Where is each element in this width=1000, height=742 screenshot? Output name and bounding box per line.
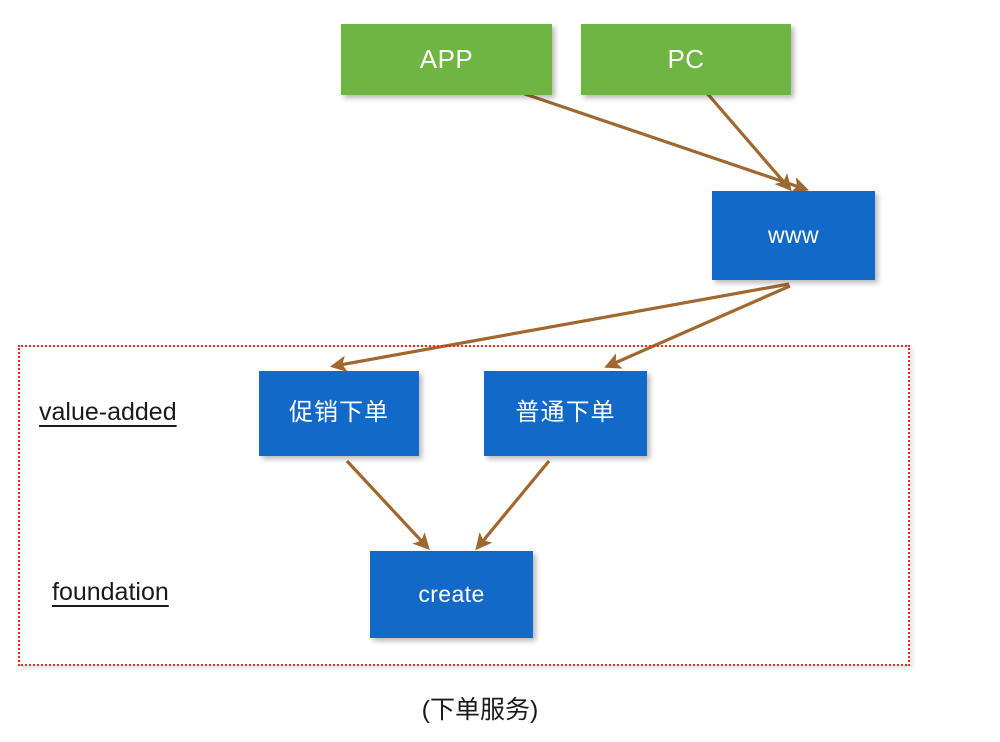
node-create[interactable]: create [370,551,533,638]
tier-label-value-added: value-added [39,398,177,427]
node-www-label: www [767,221,820,248]
edge-pc-to-www [704,90,792,192]
node-promo-order[interactable]: 促销下单 [259,371,419,456]
node-app-label: APP [419,44,474,75]
diagram-caption: (下单服务) [380,690,580,726]
tier-label-value-added-text: value-added [39,398,177,426]
tier-label-foundation-text: foundation [52,578,169,606]
edge-app-to-www [515,89,809,193]
node-normal-order-label: 普通下单 [515,399,616,427]
node-normal-order[interactable]: 普通下单 [484,371,647,456]
node-pc[interactable]: PC [581,24,791,95]
node-app[interactable]: APP [341,24,552,95]
node-pc-label: PC [667,44,705,75]
diagram-caption-text: (下单服务) [421,696,539,724]
node-promo-order-label: 促销下单 [289,399,389,427]
diagram-canvas: APP PC www value-added foundation 促销下单 普… [0,0,1000,742]
node-www[interactable]: www [712,191,875,280]
node-create-label: create [418,580,485,607]
tier-label-foundation: foundation [52,578,169,607]
